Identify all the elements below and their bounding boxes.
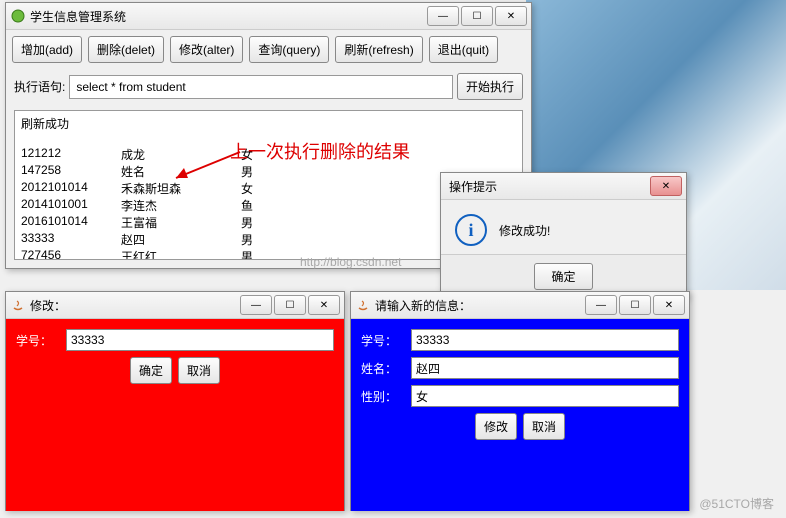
modify-window: 修改： — ☐ ✕ 学号： 确定 取消	[5, 291, 345, 511]
newinfo-close-button[interactable]: ✕	[653, 295, 685, 315]
delete-button[interactable]: 删除(delet)	[88, 36, 164, 63]
main-titlebar[interactable]: 学生信息管理系统 — ☐ ✕	[6, 3, 531, 30]
row-sex: 女	[241, 180, 281, 197]
row-sex: 男	[241, 163, 281, 180]
quit-button[interactable]: 退出(quit)	[429, 36, 498, 63]
refresh-button[interactable]: 刷新(refresh)	[335, 36, 422, 63]
row-name: 赵四	[121, 231, 241, 248]
row-name: 成龙	[121, 146, 241, 163]
newinfo-name-label: 姓名：	[361, 360, 411, 377]
watermark-url: http://blog.csdn.net	[300, 255, 401, 269]
row-sex: 男	[241, 248, 281, 260]
row-name: 禾森斯坦森	[121, 180, 241, 197]
row-id: 2014101001	[21, 197, 121, 214]
newinfo-sex-input[interactable]	[411, 385, 679, 407]
close-button[interactable]: ✕	[495, 6, 527, 26]
messagebox-text: 修改成功!	[499, 222, 550, 239]
watermark-corner: @51CTO博客	[699, 495, 774, 512]
newinfo-cancel-button[interactable]: 取消	[523, 413, 565, 440]
query-input[interactable]	[69, 75, 453, 99]
java-icon	[355, 297, 371, 313]
query-button[interactable]: 查询(query)	[249, 36, 329, 63]
newinfo-name-input[interactable]	[411, 357, 679, 379]
query-label: 执行语句:	[14, 78, 65, 95]
modify-id-label: 学号：	[16, 332, 66, 349]
modify-minimize-button[interactable]: —	[240, 295, 272, 315]
messagebox-title: 操作提示	[445, 178, 650, 195]
newinfo-id-label: 学号：	[361, 332, 411, 349]
row-sex: 男	[241, 231, 281, 248]
row-id: 147258	[21, 163, 121, 180]
newinfo-sex-label: 性别：	[361, 388, 411, 405]
row-id: 2012101014	[21, 180, 121, 197]
modify-titlebar[interactable]: 修改： — ☐ ✕	[6, 292, 344, 319]
modify-ok-button[interactable]: 确定	[130, 357, 172, 384]
messagebox-titlebar[interactable]: 操作提示 ✕	[441, 173, 686, 200]
row-name: 李连杰	[121, 197, 241, 214]
row-id: 2016101014	[21, 214, 121, 231]
modify-maximize-button[interactable]: ☐	[274, 295, 306, 315]
newinfo-minimize-button[interactable]: —	[585, 295, 617, 315]
status-text: 刷新成功	[21, 115, 516, 132]
java-icon	[10, 297, 26, 313]
newinfo-window: 请输入新的信息： — ☐ ✕ 学号： 姓名： 性别： 修改 取消	[350, 291, 690, 511]
toolbar: 增加(add) 删除(delet) 修改(alter) 查询(query) 刷新…	[6, 30, 531, 69]
newinfo-maximize-button[interactable]: ☐	[619, 295, 651, 315]
alter-button[interactable]: 修改(alter)	[170, 36, 243, 63]
modify-id-input[interactable]	[66, 329, 334, 351]
messagebox-window: 操作提示 ✕ i 修改成功! 确定	[440, 172, 687, 299]
messagebox-ok-button[interactable]: 确定	[534, 263, 592, 290]
minimize-button[interactable]: —	[427, 6, 459, 26]
row-sex: 鱼	[241, 197, 281, 214]
newinfo-title: 请输入新的信息：	[375, 297, 585, 314]
run-button[interactable]: 开始执行	[457, 73, 523, 100]
maximize-button[interactable]: ☐	[461, 6, 493, 26]
row-name: 王富福	[121, 214, 241, 231]
main-title: 学生信息管理系统	[30, 8, 427, 25]
modify-close-button[interactable]: ✕	[308, 295, 340, 315]
messagebox-close-button[interactable]: ✕	[650, 176, 682, 196]
newinfo-id-input[interactable]	[411, 329, 679, 351]
row-id: 727456	[21, 248, 121, 260]
row-name: 姓名	[121, 163, 241, 180]
row-sex: 男	[241, 214, 281, 231]
app-icon	[10, 8, 26, 24]
modify-cancel-button[interactable]: 取消	[178, 357, 220, 384]
annotation-text: 上一次执行删除的结果	[230, 138, 410, 164]
newinfo-submit-button[interactable]: 修改	[475, 413, 517, 440]
add-button[interactable]: 增加(add)	[12, 36, 82, 63]
newinfo-titlebar[interactable]: 请输入新的信息： — ☐ ✕	[351, 292, 689, 319]
modify-title: 修改：	[30, 297, 240, 314]
row-id: 121212	[21, 146, 121, 163]
row-name: 王红红	[121, 248, 241, 260]
info-icon: i	[455, 214, 487, 246]
row-id: 33333	[21, 231, 121, 248]
